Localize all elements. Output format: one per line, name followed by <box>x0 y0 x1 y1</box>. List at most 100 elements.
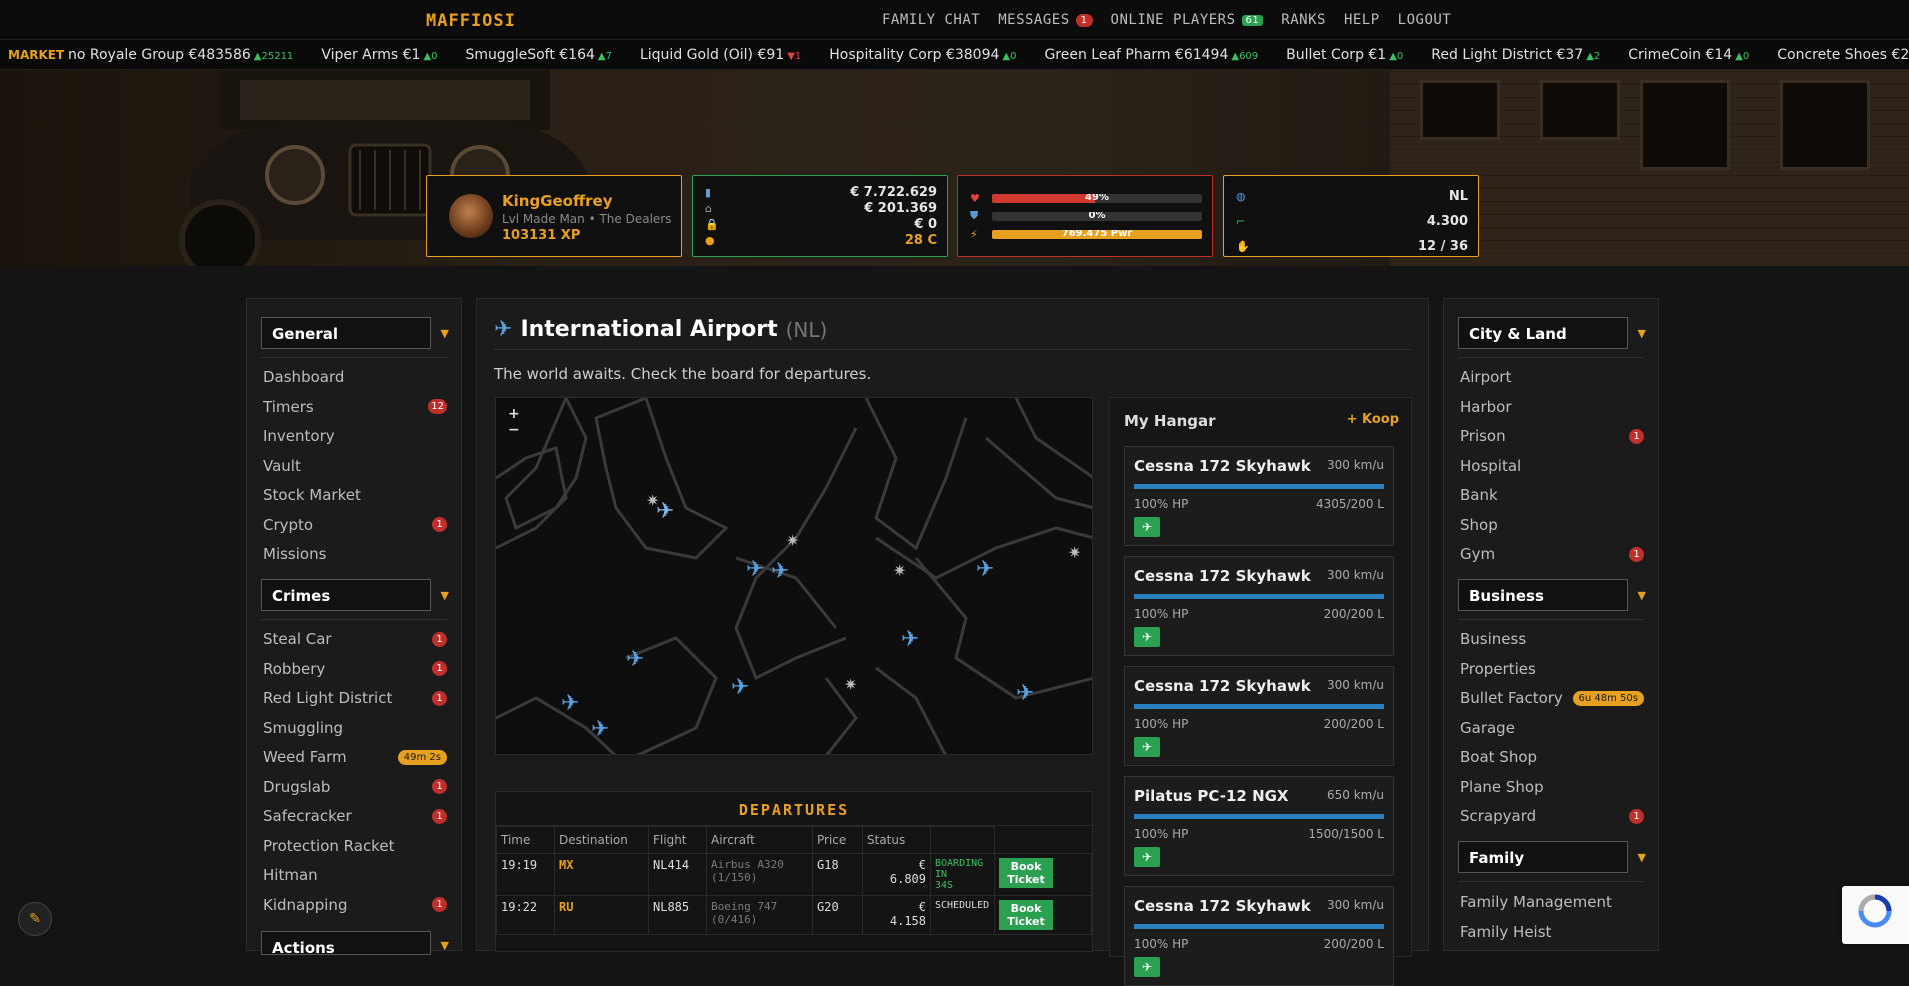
avatar[interactable] <box>449 194 493 238</box>
plane-card[interactable]: Pilatus PC-12 NGX 650 km/u 100% HP 1500/150… <box>1124 776 1394 876</box>
menu-item-vault[interactable]: Vault <box>263 456 447 476</box>
chevron-down-icon[interactable]: ▼ <box>1638 851 1646 864</box>
edit-button[interactable]: ✎ <box>18 902 52 936</box>
profile-card[interactable]: KingGeoffrey Lvl Made Man • The Dealers … <box>426 175 682 257</box>
menu-item-hospital[interactable]: Hospital <box>1460 456 1644 476</box>
menu-item-boat-shop[interactable]: Boat Shop <box>1460 747 1644 767</box>
ticker-item[interactable]: Liquid Gold (Oil) €91 ▼1 <box>640 47 801 63</box>
divider <box>1458 881 1644 882</box>
menu-item-drugslab[interactable]: Drugslab 1 <box>263 777 447 797</box>
menu-item-weed-farm[interactable]: Weed Farm 49m 2s <box>263 747 447 767</box>
plane-speed: 300 km/u <box>1326 568 1384 582</box>
zoom-out-button[interactable]: − <box>508 423 520 437</box>
menu-item-missions[interactable]: Missions <box>263 544 447 564</box>
plane-card[interactable]: Cessna 172 Skyhawk 300 km/u 100% HP 200/200… <box>1124 886 1394 986</box>
plane-card[interactable]: Cessna 172 Skyhawk 300 km/u 100% HP 200/200… <box>1124 556 1394 656</box>
ticker-item[interactable]: Concrete Shoes €2▲0 <box>1777 47 1909 63</box>
cash-icon: ▮ <box>705 185 712 199</box>
ticker-item[interactable]: Red Light District €37 ▲2 <box>1431 47 1600 63</box>
nav-logout[interactable]: LOGOUT <box>1398 12 1452 28</box>
fly-plane-button[interactable]: ✈ <box>1134 737 1160 757</box>
menu-item-dashboard[interactable]: Dashboard <box>263 367 447 387</box>
nav-help[interactable]: HELP <box>1344 12 1380 28</box>
menu-item-label: Drugslab <box>263 777 331 796</box>
menu-item-garage[interactable]: Garage <box>1460 718 1644 738</box>
menu-item-family-management[interactable]: Family Management <box>1460 892 1644 912</box>
menu-item-stock-market[interactable]: Stock Market <box>263 485 447 505</box>
departure-flight: NL885 <box>648 895 707 935</box>
count-badge: 1 <box>432 779 447 794</box>
menu-item-label: Hitman <box>263 866 318 884</box>
airplane-icon: ✈ <box>1141 960 1153 974</box>
menu-item-kidnapping[interactable]: Kidnapping 1 <box>263 895 447 915</box>
bank-icon: ⌂ <box>705 201 712 215</box>
fly-plane-button[interactable]: ✈ <box>1134 517 1160 537</box>
globe-icon: ◍ <box>1236 189 1246 203</box>
nav-family-chat[interactable]: FAMILY CHAT <box>882 12 980 28</box>
buy-plane-link[interactable]: + Koop <box>1347 412 1399 427</box>
menu-item-shop[interactable]: Shop <box>1460 515 1644 535</box>
nav-messages[interactable]: MESSAGES 1 <box>998 12 1093 28</box>
menu-item-steal-car[interactable]: Steal Car 1 <box>263 629 447 649</box>
ticker-item[interactable]: SmuggleSoft €164 ▲7 <box>466 47 612 63</box>
crimes-select[interactable]: Crimes <box>261 579 431 611</box>
coins-row: ● 28 C <box>705 232 937 248</box>
menu-item-label: Bullet Factory <box>1460 689 1563 707</box>
ticker-item[interactable]: no Royale Group €483586 ▲25211 <box>68 47 293 63</box>
ticker-item[interactable]: CrimeCoin €14 ▲0 <box>1628 47 1749 63</box>
menu-item-timers[interactable]: Timers 12 <box>263 397 447 417</box>
ticker-item[interactable]: Hospitality Corp €38094 ▲0 <box>829 47 1016 63</box>
ticker-item[interactable]: Viper Arms €1 ▲0 <box>321 47 437 63</box>
menu-item-plane-shop[interactable]: Plane Shop <box>1460 777 1644 797</box>
actions-select-label: Actions <box>272 939 335 957</box>
menu-item-hitman[interactable]: Hitman <box>263 865 447 885</box>
menu-item-scrapyard[interactable]: Scrapyard 1 <box>1460 806 1644 826</box>
menu-item-inventory[interactable]: Inventory <box>263 426 447 446</box>
departure-time-text: 19:19 <box>501 858 538 872</box>
menu-item-crypto[interactable]: Crypto 1 <box>263 515 447 535</box>
plane-card[interactable]: Cessna 172 Skyhawk 300 km/u 100% HP 4305/20… <box>1124 446 1394 546</box>
chevron-down-icon[interactable]: ▼ <box>1638 327 1646 340</box>
menu-item-family-heist[interactable]: Family Heist <box>1460 922 1644 942</box>
general-select[interactable]: General <box>261 317 431 349</box>
menu-item-smuggling[interactable]: Smuggling <box>263 718 447 738</box>
actions-select[interactable]: Actions <box>261 931 431 957</box>
chevron-down-icon[interactable]: ▼ <box>441 589 449 602</box>
menu-item-prison[interactable]: Prison 1 <box>1460 426 1644 446</box>
menu-item-business[interactable]: Business <box>1460 629 1644 649</box>
chevron-down-icon[interactable]: ▼ <box>441 327 449 340</box>
menu-item-gym[interactable]: Gym 1 <box>1460 544 1644 564</box>
fly-plane-button[interactable]: ✈ <box>1134 847 1160 867</box>
business-select[interactable]: Business <box>1458 579 1628 611</box>
city-select[interactable]: City & Land <box>1458 317 1628 349</box>
menu-item-bank[interactable]: Bank <box>1460 485 1644 505</box>
chevron-down-icon[interactable]: ▼ <box>441 939 449 952</box>
flight-map[interactable]: ✈ ✈ ✈ ✈ ✈ ✈ ✈ ✈ ✈ ✈ ✷ ✷ ✷ ✷ ✷ + − <box>495 397 1093 755</box>
menu-item-safecracker[interactable]: Safecracker 1 <box>263 806 447 826</box>
ticker-item[interactable]: Bullet Corp €1 ▲0 <box>1286 47 1403 63</box>
zoom-in-button[interactable]: + <box>508 407 520 421</box>
menu-item-robbery[interactable]: Robbery 1 <box>263 659 447 679</box>
nav-ranks[interactable]: RANKS <box>1281 12 1326 28</box>
book-ticket-button[interactable]: Book Ticket <box>999 900 1053 930</box>
fly-plane-button[interactable]: ✈ <box>1134 957 1160 977</box>
chevron-down-icon[interactable]: ▼ <box>1638 589 1646 602</box>
menu-item-red-light-district[interactable]: Red Light District 1 <box>263 688 447 708</box>
recaptcha-badge[interactable] <box>1842 886 1909 944</box>
ticker-item[interactable]: Green Leaf Pharm €61494 ▲609 <box>1044 47 1258 63</box>
book-ticket-button[interactable]: Book Ticket <box>999 858 1053 888</box>
menu-item-airport[interactable]: Airport <box>1460 367 1644 387</box>
family-select[interactable]: Family <box>1458 841 1628 873</box>
fly-plane-button[interactable]: ✈ <box>1134 627 1160 647</box>
menu-item-properties[interactable]: Properties <box>1460 659 1644 679</box>
menu-item-harbor[interactable]: Harbor <box>1460 397 1644 417</box>
menu-item-bullet-factory[interactable]: Bullet Factory 6u 48m 50s <box>1460 688 1644 708</box>
nav-online-players[interactable]: ONLINE PLAYERS 61 <box>1111 12 1264 28</box>
menu-item-label: Business <box>1460 630 1527 648</box>
menu-item-protection-racket[interactable]: Protection Racket <box>263 836 447 856</box>
brand-logo[interactable]: MAFFIOSI <box>426 11 516 31</box>
ticker-item-change: ▲0 <box>423 51 438 62</box>
plane-hp-fill <box>1134 484 1384 489</box>
nav-ranks-label: RANKS <box>1281 12 1326 28</box>
plane-card[interactable]: Cessna 172 Skyhawk 300 km/u 100% HP 200/200… <box>1124 666 1394 766</box>
